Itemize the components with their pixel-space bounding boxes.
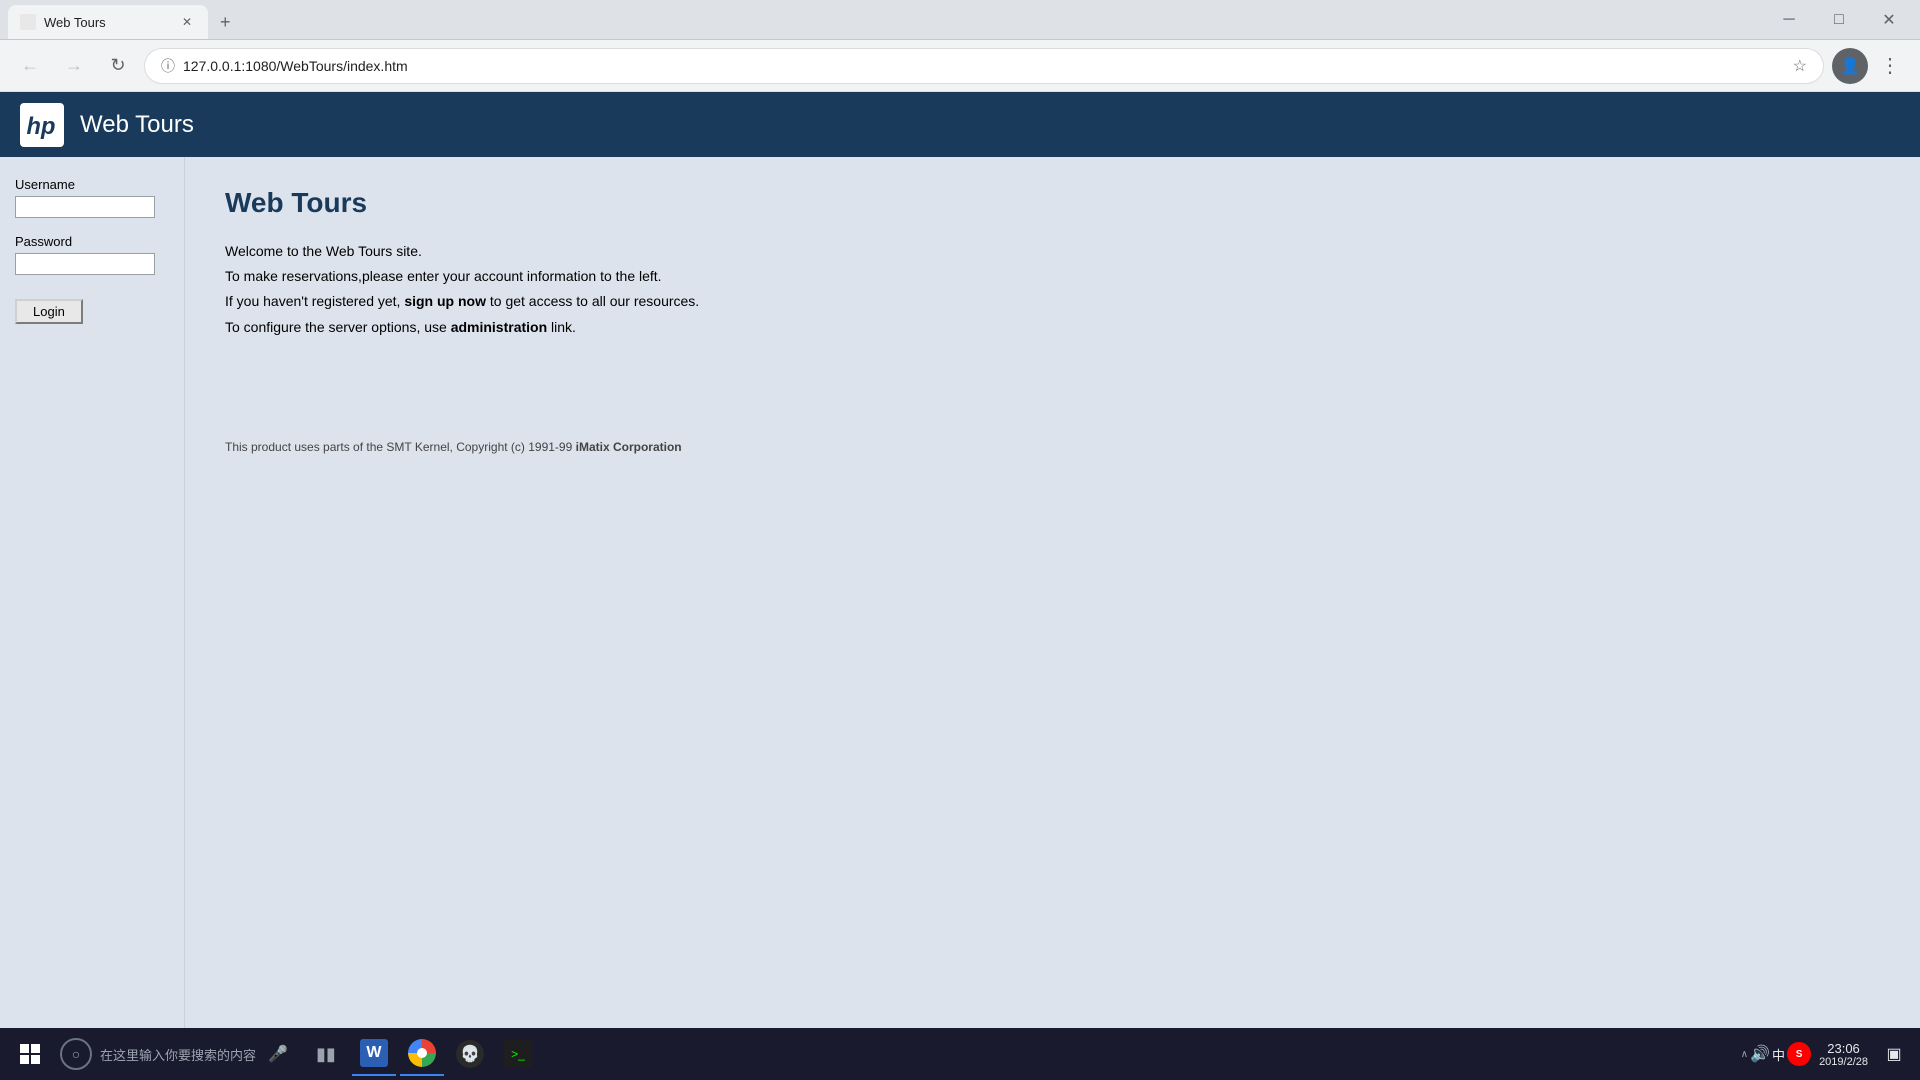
taskbar-search-area: ○ 在这里输入你要搜索的内容 🎤 [60, 1038, 288, 1070]
skull-icon: 💀 [456, 1040, 484, 1068]
chrome-icon [408, 1039, 436, 1067]
hp-header: hp Web Tours [0, 92, 1920, 157]
admin-link[interactable]: administration [451, 319, 547, 335]
line4-prefix: To configure the server options, use [225, 319, 447, 335]
terminal-icon: >_ [504, 1040, 532, 1068]
taskview-icon: ▮▮ [312, 1040, 340, 1068]
forward-button[interactable]: → [56, 48, 92, 84]
login-button[interactable]: Login [15, 299, 83, 324]
page-heading: Web Tours [225, 187, 1880, 219]
active-tab[interactable]: Web Tours ✕ [8, 5, 208, 39]
site-title: Web Tours [80, 111, 194, 139]
welcome-line4: To configure the server options, use adm… [225, 315, 1880, 340]
secure-icon: ⓘ [161, 56, 175, 76]
password-group: Password [15, 234, 169, 275]
input-method-icon[interactable]: 中 [1772, 1045, 1785, 1064]
taskbar-clock[interactable]: 23:06 2019/2/28 [1819, 1041, 1868, 1068]
taskview-app[interactable]: ▮▮ [304, 1032, 348, 1076]
signup-link[interactable]: sign up now [404, 293, 486, 309]
windows-icon [20, 1044, 40, 1064]
tab-close-button[interactable]: ✕ [178, 13, 196, 31]
welcome-text: Welcome to the Web Tours site. To make r… [225, 239, 1880, 340]
skull-app[interactable]: 💀 [448, 1032, 492, 1076]
notif-arrow[interactable]: ∧ [1741, 1049, 1748, 1060]
profile-icon[interactable]: 👤 [1832, 48, 1868, 84]
mic-icon[interactable]: 🎤 [268, 1044, 288, 1064]
svg-text:hp: hp [27, 114, 56, 140]
welcome-line3: If you haven't registered yet, sign up n… [225, 289, 1880, 314]
cortana-icon[interactable]: ○ [60, 1038, 92, 1070]
address-text: 127.0.0.1:1080/WebTours/index.htm [183, 58, 1785, 74]
word-app[interactable]: W [352, 1032, 396, 1076]
tab-title: Web Tours [44, 15, 106, 30]
action-center-icon[interactable]: ▣ [1876, 1036, 1912, 1072]
antivirus-icon[interactable]: S [1787, 1042, 1811, 1066]
new-tab-button[interactable]: + [208, 5, 248, 39]
page-content: hp Web Tours Username Password Login [0, 92, 1920, 1080]
word-icon: W [360, 1039, 388, 1067]
clock-date: 2019/2/28 [1819, 1056, 1868, 1068]
speaker-icon[interactable]: 🔊 [1750, 1044, 1770, 1064]
copyright-company: iMatix Corporation [576, 440, 682, 454]
browser-window: Web Tours ✕ + ─ □ ✕ ← → ↻ ⓘ 127.0.0.1:10… [0, 0, 1920, 1080]
start-button[interactable] [8, 1032, 52, 1076]
search-placeholder[interactable]: 在这里输入你要搜索的内容 [100, 1045, 256, 1064]
copyright-text: This product uses parts of the SMT Kerne… [225, 440, 1880, 454]
close-button[interactable]: ✕ [1866, 5, 1912, 35]
tab-favicon-icon [20, 14, 36, 30]
chrome-app[interactable] [400, 1032, 444, 1076]
hp-logo: hp [20, 103, 64, 147]
bookmark-icon[interactable]: ☆ [1793, 56, 1807, 76]
refresh-button[interactable]: ↻ [100, 48, 136, 84]
taskbar-apps: ▮▮ W 💀 >_ [304, 1032, 540, 1076]
welcome-line1: Welcome to the Web Tours site. [225, 239, 1880, 264]
line4-suffix: link. [551, 319, 576, 335]
taskbar-right: ∧ 🔊 中 S 23:06 2019/2/28 ▣ [1741, 1036, 1912, 1072]
notification-area: ∧ 🔊 中 S [1741, 1042, 1811, 1066]
sidebar: Username Password Login [0, 157, 185, 1080]
back-button[interactable]: ← [12, 48, 48, 84]
password-input[interactable] [15, 253, 155, 275]
window-controls: ─ □ ✕ [1766, 5, 1912, 35]
nav-bar: ← → ↻ ⓘ 127.0.0.1:1080/WebTours/index.ht… [0, 40, 1920, 92]
main-layout: Username Password Login Web Tours Welcom… [0, 157, 1920, 1080]
username-label: Username [15, 177, 169, 192]
menu-icon[interactable]: ⋮ [1872, 49, 1908, 82]
terminal-app[interactable]: >_ [496, 1032, 540, 1076]
welcome-line2: To make reservations,please enter your a… [225, 264, 1880, 289]
title-bar: Web Tours ✕ + ─ □ ✕ [0, 0, 1920, 40]
password-label: Password [15, 234, 169, 249]
copyright-prefix: This product uses parts of the SMT Kerne… [225, 440, 572, 454]
maximize-button[interactable]: □ [1816, 5, 1862, 35]
line3-suffix: to get access to all our resources. [490, 293, 699, 309]
taskbar: ○ 在这里输入你要搜索的内容 🎤 ▮▮ W 💀 >_ ∧ � [0, 1028, 1920, 1080]
line3-prefix: If you haven't registered yet, [225, 293, 400, 309]
address-bar[interactable]: ⓘ 127.0.0.1:1080/WebTours/index.htm ☆ [144, 48, 1824, 84]
username-input[interactable] [15, 196, 155, 218]
content-area: Web Tours Welcome to the Web Tours site.… [185, 157, 1920, 1080]
nav-right: 👤 ⋮ [1832, 48, 1908, 84]
clock-time: 23:06 [1819, 1041, 1868, 1056]
username-group: Username [15, 177, 169, 218]
tab-bar: Web Tours ✕ + [8, 0, 1758, 39]
minimize-button[interactable]: ─ [1766, 5, 1812, 35]
